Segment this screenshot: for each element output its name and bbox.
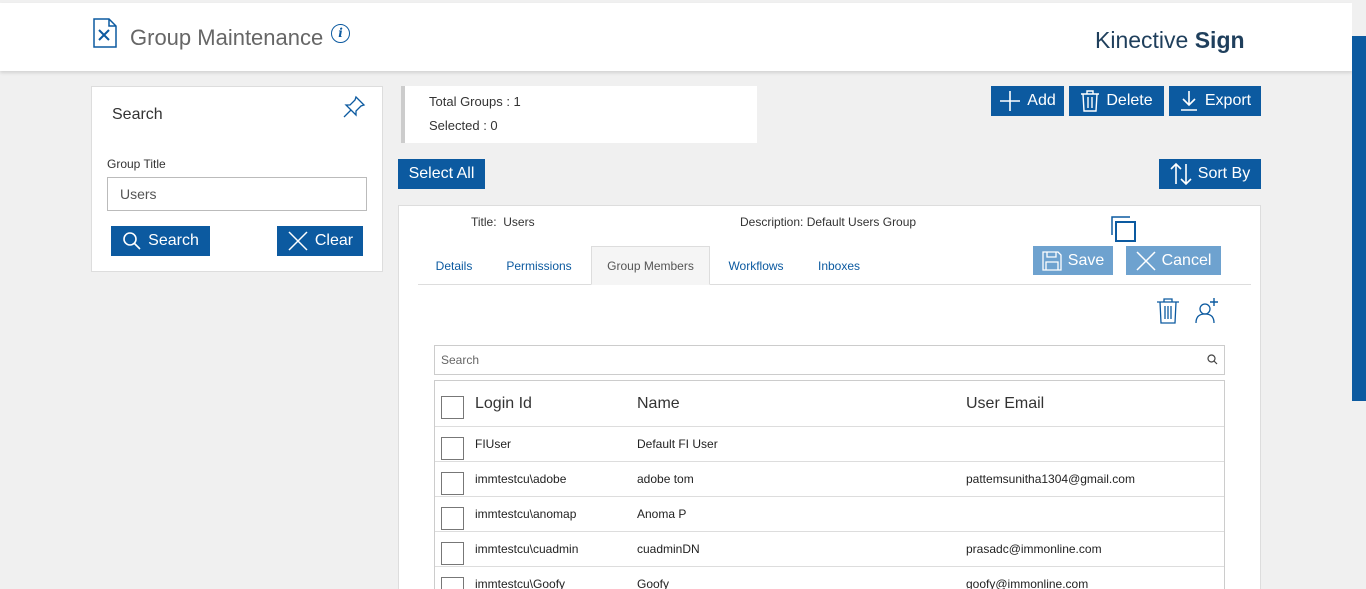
brand-prefix: Kinective	[1095, 27, 1189, 53]
group-title-label: Group Title	[107, 157, 166, 171]
member-search	[434, 345, 1225, 375]
select-all-button[interactable]: Select All	[398, 159, 485, 189]
add-user-icon[interactable]	[1194, 297, 1220, 325]
group-description-meta: Description: Default Users Group	[740, 215, 916, 229]
search-panel-heading: Search	[112, 106, 163, 123]
name-cell: Goofy	[637, 577, 670, 589]
delete-button[interactable]: Delete	[1069, 86, 1164, 116]
login-id-cell: immtestcu\anomap	[475, 507, 577, 521]
search-button[interactable]: Search	[111, 226, 210, 256]
brand-logo: Kinective Sign	[1095, 27, 1245, 54]
scrollbar-thumb[interactable]	[1352, 36, 1366, 401]
login-id-cell: immtestcu\adobe	[475, 472, 567, 486]
trash-icon	[1081, 90, 1100, 112]
tab-permissions[interactable]: Permissions	[498, 246, 580, 285]
close-icon	[288, 231, 308, 251]
tab-details[interactable]: Details	[418, 246, 490, 285]
row-checkbox[interactable]	[441, 472, 464, 495]
search-button-label: Search	[148, 232, 199, 249]
row-checkbox[interactable]	[441, 437, 464, 460]
top-bar: Group Maintenance i Kinective Sign	[0, 3, 1352, 71]
detail-tabs: Details Permissions Group Members Workfl…	[418, 246, 1251, 285]
email-cell: goofy@immonline.com	[966, 577, 1089, 589]
row-checkbox[interactable]	[441, 507, 464, 530]
clear-button[interactable]: Clear	[277, 226, 363, 256]
tab-workflows[interactable]: Workflows	[718, 246, 794, 285]
plus-icon	[1000, 91, 1021, 111]
trash-icon[interactable]	[1155, 297, 1181, 325]
group-title-input[interactable]	[107, 177, 367, 211]
clear-button-label: Clear	[314, 232, 354, 249]
document-edit-icon	[93, 18, 117, 48]
add-button[interactable]: Add	[991, 86, 1064, 116]
info-icon[interactable]: i	[331, 24, 350, 43]
group-stats: Total Groups : 1 Selected : 0	[401, 86, 757, 143]
total-groups: Total Groups : 1	[429, 94, 521, 109]
name-cell: Anoma P	[637, 507, 687, 521]
row-checkbox[interactable]	[441, 577, 464, 589]
sort-icon	[1170, 162, 1192, 186]
export-button-label: Export	[1204, 92, 1252, 109]
add-button-label: Add	[1027, 92, 1056, 109]
sort-by-button[interactable]: Sort By	[1159, 159, 1261, 189]
members-table: Login Id Name User Email FIUser Default …	[434, 380, 1225, 589]
table-row[interactable]: immtestcu\adobe adobe tom pattemsunitha1…	[435, 462, 1224, 497]
column-name[interactable]: Name	[637, 395, 680, 413]
login-id-cell: FIUser	[475, 437, 511, 451]
login-id-cell: immtestcu\Goofy	[475, 577, 566, 589]
member-search-input[interactable]	[435, 346, 1195, 374]
pin-icon[interactable]	[342, 95, 366, 119]
table-header: Login Id Name User Email	[435, 381, 1224, 427]
page-title: Group Maintenance	[130, 25, 324, 50]
column-login-id[interactable]: Login Id	[475, 395, 532, 413]
column-user-email[interactable]: User Email	[966, 395, 1044, 413]
description-label: Description:	[740, 215, 804, 229]
brand-suffix: Sign	[1194, 27, 1245, 53]
login-id-cell: immtestcu\cuadmin	[475, 542, 579, 556]
title-label: Title:	[471, 215, 497, 229]
description-value: Default Users Group	[806, 215, 917, 229]
search-panel: Search Group Title Search Clear	[91, 86, 383, 272]
group-detail-panel: Title: Users Description: Default Users …	[398, 205, 1261, 589]
copy-icon[interactable]	[1110, 215, 1138, 243]
email-cell: pattemsunitha1304@gmail.com	[966, 472, 1135, 486]
delete-button-label: Delete	[1106, 92, 1153, 109]
table-row[interactable]: FIUser Default FI User	[435, 427, 1224, 462]
table-row[interactable]: immtestcu\anomap Anoma P	[435, 497, 1224, 532]
tab-inboxes[interactable]: Inboxes	[806, 246, 872, 285]
row-checkbox[interactable]	[441, 542, 464, 565]
search-icon	[123, 232, 141, 250]
search-icon[interactable]	[1207, 354, 1218, 365]
selected-count: Selected : 0	[429, 118, 498, 133]
email-cell: prasadc@immonline.com	[966, 542, 1102, 556]
export-button[interactable]: Export	[1169, 86, 1261, 116]
name-cell: adobe tom	[637, 472, 694, 486]
name-cell: Default FI User	[637, 437, 718, 451]
title-value: Users	[503, 215, 535, 229]
select-all-label: Select All	[408, 165, 475, 182]
select-all-checkbox[interactable]	[441, 396, 464, 419]
sort-by-label: Sort By	[1197, 165, 1251, 182]
name-cell: cuadminDN	[637, 542, 700, 556]
tab-group-members[interactable]: Group Members	[591, 246, 710, 285]
table-row[interactable]: immtestcu\cuadmin cuadminDN prasadc@immo…	[435, 532, 1224, 567]
download-icon	[1180, 91, 1197, 111]
group-title-meta: Title: Users	[471, 215, 535, 229]
table-row[interactable]: immtestcu\Goofy Goofy goofy@immonline.co…	[435, 567, 1224, 589]
